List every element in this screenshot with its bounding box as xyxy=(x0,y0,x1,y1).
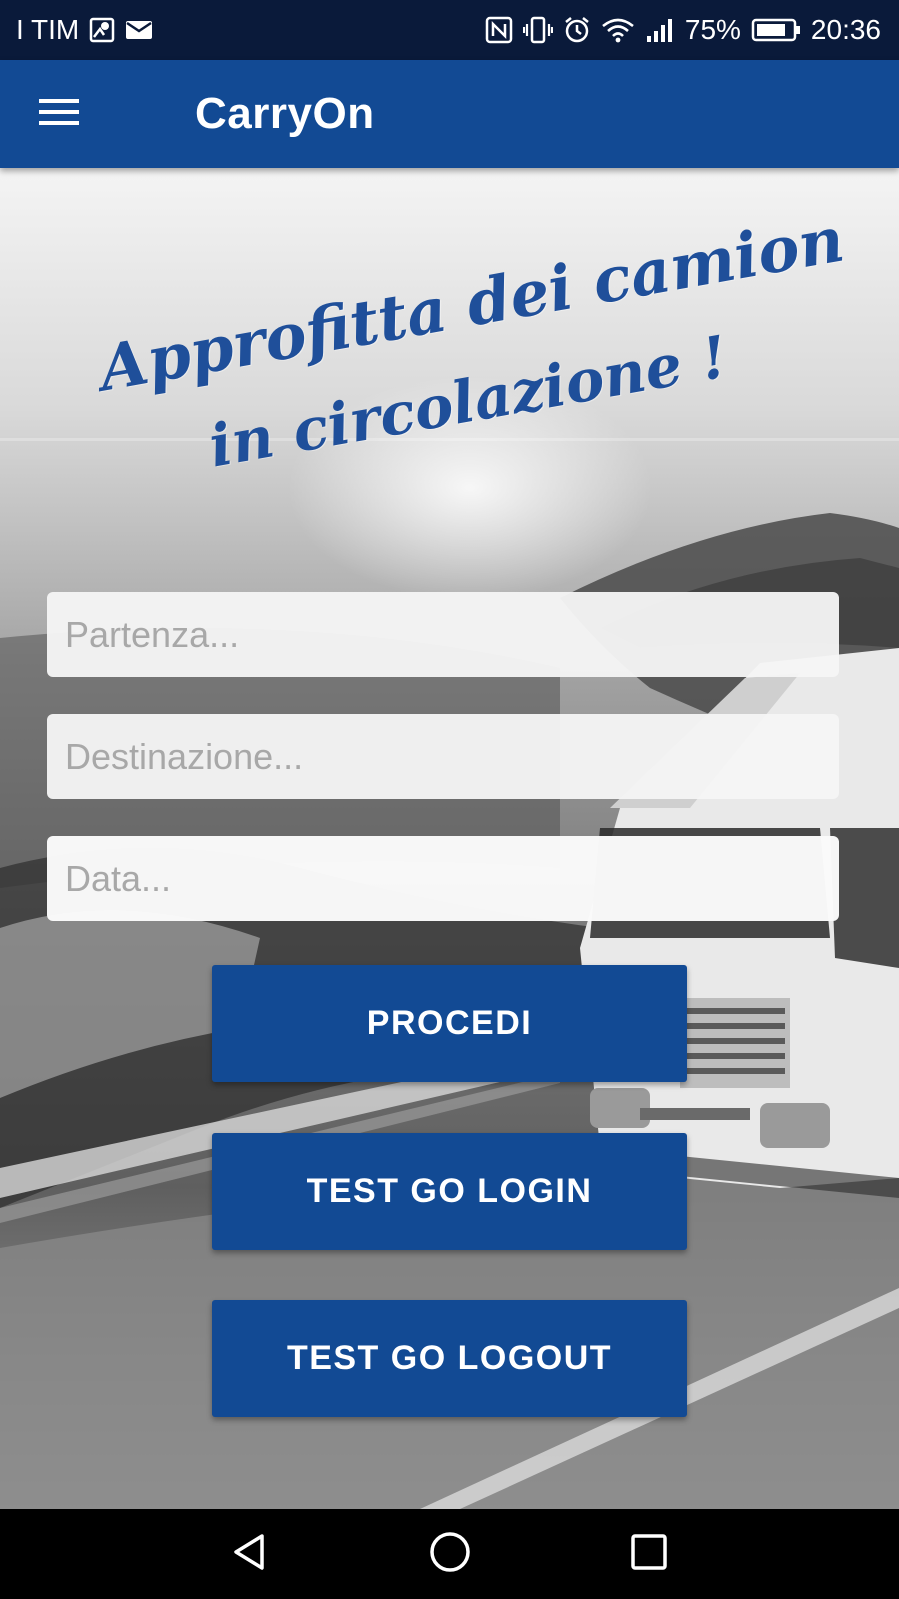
recents-icon xyxy=(628,1531,670,1578)
battery-percent: 75% xyxy=(684,14,741,45)
back-button[interactable] xyxy=(205,1509,295,1599)
mail-icon xyxy=(125,19,153,41)
back-icon xyxy=(228,1530,272,1579)
procedi-button[interactable]: PROCEDI xyxy=(212,965,687,1082)
slogan: Approfitta dei camion in circolazione ! xyxy=(90,203,850,518)
recents-button[interactable] xyxy=(604,1509,694,1599)
nfc-icon xyxy=(485,16,513,44)
destinazione-input[interactable] xyxy=(47,714,839,799)
navigation-bar xyxy=(0,1509,899,1599)
home-button[interactable] xyxy=(405,1509,495,1599)
status-right: 75% 20:36 xyxy=(485,14,881,46)
data-input[interactable] xyxy=(47,836,839,921)
home-icon xyxy=(427,1529,473,1580)
signal-icon xyxy=(645,17,675,43)
battery-icon xyxy=(751,17,801,43)
app-bar: CarryOn xyxy=(0,60,899,168)
vibrate-icon xyxy=(522,16,553,44)
partenza-input[interactable] xyxy=(47,592,839,677)
status-bar: I TIM 75% 20:36 xyxy=(0,0,899,60)
test-go-login-button[interactable]: TEST GO LOGIN xyxy=(212,1133,687,1250)
alarm-icon xyxy=(563,16,591,44)
carrier-name: I TIM xyxy=(16,14,80,45)
menu-button[interactable] xyxy=(29,84,89,144)
hamburger-menu-icon xyxy=(39,97,79,132)
main-content: Approfitta dei camion in circolazione ! … xyxy=(0,168,899,1509)
location-icon xyxy=(89,17,115,43)
wifi-icon xyxy=(601,16,635,44)
clock: 20:36 xyxy=(810,14,881,45)
status-left: I TIM xyxy=(16,14,153,46)
test-go-logout-button[interactable]: TEST GO LOGOUT xyxy=(212,1300,687,1417)
app-title: CarryOn xyxy=(195,89,375,138)
